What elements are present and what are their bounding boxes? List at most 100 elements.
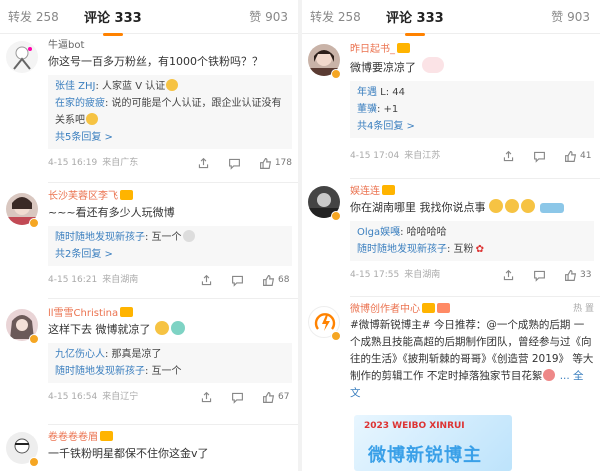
right-comments-panel: 转发 258 评论 333 赞 903 昨日起书_ 微博要凉凉了 年遇 L: 4… [302,0,600,471]
comment-time: 4-15 17:55 [350,270,400,280]
like-count: 67 [278,392,290,402]
promo-subtitle: 2023 WEIBO XINRUI [364,421,465,431]
comment-username[interactable]: 微博创作者中心 热 置 [350,302,594,317]
cat-sticker-icon [422,57,444,73]
comment-text-content: 微博要凉凉了 [350,61,416,74]
reply-text: 互一个 [148,232,182,243]
comment-username[interactable]: 牛逼bot [48,38,292,53]
tab-likes[interactable]: 赞 903 [249,8,288,25]
comment-username[interactable]: 卷卷卷卷眉 [48,430,292,445]
pinned-label: 热 置 [573,304,594,314]
reply-text: L: 44 [377,87,406,98]
comment-location: 来自湖南 [102,275,139,285]
comment-text: ~~~看还有多少人玩微博 [48,206,175,219]
share-icon[interactable] [502,269,515,282]
comment-actions: 41 [502,148,594,164]
reply-item: 年遇 L: 44 [357,84,587,101]
comment-icon[interactable] [231,274,244,287]
like-icon[interactable] [262,274,275,287]
reply-item: 张佳 ZHJ: 人家蓝 V 认证 [55,78,285,95]
comment-username[interactable]: 长沙芙蓉区李飞 [48,189,292,204]
comment-location: 来自江苏 [404,151,441,161]
divider [350,178,600,179]
comment-icon[interactable] [228,157,241,170]
comment-text-content: 这样下去 微博就凉了 [48,323,151,336]
tab-comments[interactable]: 评论 333 [84,7,142,36]
crown-level-icon [120,307,134,317]
reply-username[interactable]: Olga娱嘎 [357,227,400,238]
like-icon[interactable] [564,150,577,163]
reply-username[interactable]: 九亿伤心人 [55,349,105,360]
bird-sticker-icon [539,203,564,213]
comment-actions: 178 [197,155,292,171]
reply-item: Olga娱嘎: 哈哈哈哈 [357,224,587,241]
reply-box[interactable]: 随时随地发现新孩子: 互一个 共2条回复 > [48,226,292,266]
username-text: 微博创作者中心 [350,304,420,315]
reply-username[interactable]: 在家的疲疲 [55,98,105,109]
comment-username[interactable]: 娱连连 [350,184,594,199]
reply-item: 九亿伤心人: 那真是凉了 [55,346,285,363]
reply-username[interactable]: 随时随地发现新孩子 [55,366,145,377]
tab-likes[interactable]: 赞 903 [551,8,590,25]
username-text: 卷卷卷卷眉 [48,432,98,443]
comment-text: 一千铁粉明星都保不住你这金v了 [48,447,209,460]
more-replies-link[interactable]: 共2条回复 > [55,246,285,263]
share-icon[interactable] [200,391,213,404]
tab-reposts[interactable]: 转发 258 [8,8,84,25]
crown-level-icon [422,303,435,313]
reply-text: 那真是凉了 [108,349,162,360]
verified-badge-icon [331,69,341,79]
reply-box[interactable]: Olga娱嘎: 哈哈哈哈 随时随地发现新孩子: 互粉 ✿ [350,221,594,261]
more-replies-link[interactable]: 共5条回复 > [55,129,285,146]
verified-badge-icon [29,334,39,344]
comment-meta: 4-15 17:55 来自湖南 33 [350,267,594,283]
like-icon[interactable] [262,391,275,404]
smile-emoji-icon [504,199,519,213]
reply-username[interactable]: 随时随地发现新孩子 [357,244,447,255]
avatar[interactable] [6,41,38,73]
comment-username[interactable]: 昨日起书_ [350,42,594,57]
comment-icon[interactable] [231,391,244,404]
reply-text: 人家蓝 V 认证 [98,81,166,92]
reply-username[interactable]: 随时随地发现新孩子 [55,232,145,243]
comment-location: 来自辽宁 [102,392,139,402]
more-replies-link[interactable]: 共4条回复 > [357,118,587,135]
verified-badge-icon [29,457,39,467]
share-icon[interactable] [502,150,515,163]
comment-time: 4-15 16:21 [48,275,98,285]
reply-text: +1 [380,104,399,115]
crown-level-icon [120,190,133,200]
promo-title: 微博新锐博主 [368,445,482,466]
reply-box[interactable]: 年遇 L: 44 董骥: +1 共4条回复 > [350,81,594,138]
username-text: ll雪雪Christina [48,308,119,319]
username-text: 娱连连 [350,186,380,197]
reply-box[interactable]: 张佳 ZHJ: 人家蓝 V 认证 在家的疲疲: 说的可能是个人认证，跟企业认证没… [48,75,292,149]
tab-comments[interactable]: 评论 333 [386,7,444,36]
comment-username[interactable]: ll雪雪Christina [48,306,292,321]
reply-item: 在家的疲疲: 说的可能是个人认证，跟企业认证没有关系吧 [55,95,285,129]
comment-meta: 4-15 17:04 来自江苏 41 [350,148,594,164]
rose-emoji-icon: ✿ [475,244,484,255]
comment-text: 你在湖南哪里 我找你说点事 [350,199,594,216]
verified-badge-icon [331,331,341,341]
reply-text: 哈哈哈哈 [403,227,447,238]
reply-username[interactable]: 董骥 [357,104,377,115]
reply-box[interactable]: 九亿伤心人: 那真是凉了 随时随地发现新孩子: 互一个 [48,343,292,383]
comment-icon[interactable] [533,150,546,163]
comment-text: #微博新锐博主# 今日推荐：@一个成熟的后期 一个成熟且技能高超的后期制作团队，… [350,317,594,402]
share-icon[interactable] [200,274,213,287]
reply-username[interactable]: 年遇 [357,87,377,98]
tab-reposts[interactable]: 转发 258 [310,8,386,25]
promo-image[interactable]: 2023 WEIBO XINRUI 微博新锐博主 [354,415,512,471]
verified-badge-icon [331,211,341,221]
verified-badge-icon [29,218,39,228]
like-icon[interactable] [259,157,272,170]
share-icon[interactable] [197,157,210,170]
comment-actions: 67 [200,389,292,405]
comment-icon[interactable] [533,269,546,282]
reply-username[interactable]: 张佳 ZHJ [55,81,96,92]
comment-meta: 4-15 16:54 来自辽宁 67 [48,389,292,405]
like-icon[interactable] [564,269,577,282]
like-count: 68 [278,275,290,285]
divider [48,298,298,299]
